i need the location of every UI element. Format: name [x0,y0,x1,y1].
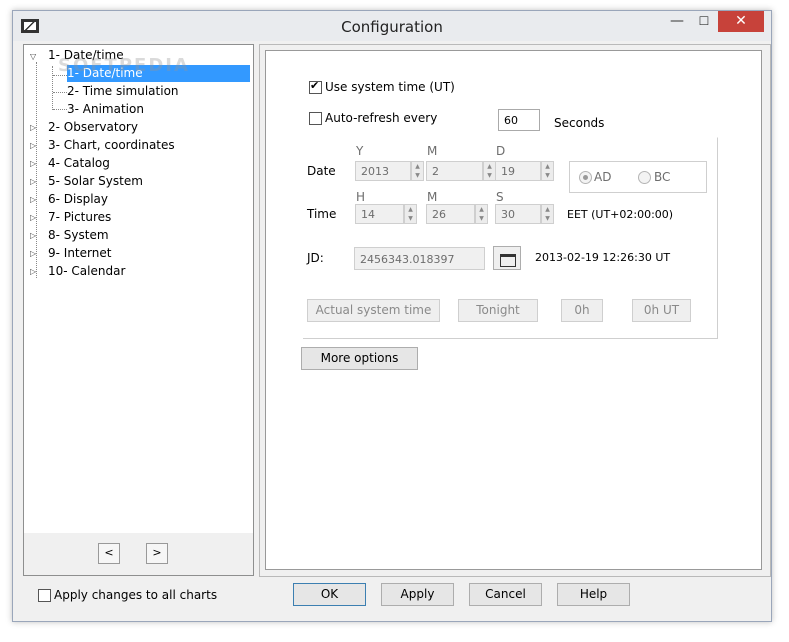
minimize-button[interactable]: — [664,11,690,32]
use-system-time-checkbox[interactable] [309,79,322,94]
minute-input[interactable]: 26 [426,204,475,224]
era-group: AD BC [569,161,707,193]
configuration-window: Configuration — ☐ ✕ ▽ 1- Date/time 1- Da… [12,10,772,622]
tree-item-display[interactable]: 6- Display [48,191,108,208]
auto-refresh-interval-input[interactable]: 60 [498,109,540,131]
year-input[interactable]: 2013 [355,161,411,181]
time-label: Time [307,207,337,221]
hour-input[interactable]: 14 [355,204,404,224]
tree-line [53,109,67,110]
day-input[interactable]: 19 [495,161,541,181]
jd-label: JD: [307,251,324,265]
era-bc-label: BC [654,170,671,184]
second-input[interactable]: 30 [495,204,541,224]
collapsed-arrow-icon[interactable]: ▷ [30,177,36,186]
tree-item-time-simulation[interactable]: 2- Time simulation [67,83,179,100]
more-options-button[interactable]: More options [301,347,418,370]
tree-item-pictures[interactable]: 7- Pictures [48,209,111,226]
apply-all-charts-checkbox[interactable] [38,589,51,602]
hour-spinner[interactable]: ▲ ▼ [404,204,417,224]
maximize-button[interactable]: ☐ [691,11,717,32]
timezone-label: EET (UT+02:00:00) [567,208,674,221]
jd-datetime-label: 2013-02-19 12:26:30 UT [535,251,671,264]
tree-line [53,92,67,93]
second-spinner[interactable]: ▲ ▼ [541,204,554,224]
second-header: S [496,190,504,204]
apply-button[interactable]: Apply [381,583,454,606]
collapsed-arrow-icon[interactable]: ▷ [30,141,36,150]
help-button[interactable]: Help [557,583,630,606]
ok-button[interactable]: OK [293,583,366,606]
collapsed-arrow-icon[interactable]: ▷ [30,123,36,132]
calendar-icon[interactable] [493,246,521,270]
use-system-time-label: Use system time (UT) [325,80,455,94]
apply-all-charts-label: Apply changes to all charts [54,588,218,602]
minute-spinner[interactable]: ▲ ▼ [475,204,488,224]
title-bar[interactable]: Configuration — ☐ ✕ [13,11,771,41]
month-header: M [427,144,438,158]
tree-item-animation[interactable]: 3- Animation [67,101,144,118]
collapsed-arrow-icon[interactable]: ▷ [30,249,36,258]
expand-arrow-icon[interactable]: ▽ [30,52,36,61]
year-spinner[interactable]: ▲ ▼ [411,161,424,181]
collapsed-arrow-icon[interactable]: ▷ [30,231,36,240]
day-spinner[interactable]: ▲ ▼ [541,161,554,181]
window-title: Configuration [341,18,443,36]
date-label: Date [307,164,336,178]
watermark: SOFTPEDIA [58,55,190,76]
zero-hour-button[interactable]: 0h [561,299,603,322]
tree-item-internet[interactable]: 9- Internet [48,245,111,262]
collapsed-arrow-icon[interactable]: ▷ [30,159,36,168]
tree-item-solar-system[interactable]: 5- Solar System [48,173,143,190]
jd-input[interactable]: 2456343.018397 [354,247,485,270]
year-header: Y [356,144,364,158]
day-header: D [496,144,506,158]
era-bc-radio[interactable] [638,171,651,184]
prev-page-button[interactable]: < [98,543,120,564]
tonight-button[interactable]: Tonight [458,299,538,322]
hour-header: H [356,190,366,204]
tree-item-catalog[interactable]: 4- Catalog [48,155,110,172]
cancel-button[interactable]: Cancel [469,583,542,606]
tree-item-calendar[interactable]: 10- Calendar [48,263,125,280]
auto-refresh-checkbox[interactable] [309,112,322,125]
close-button[interactable]: ✕ [718,11,764,32]
month-input[interactable]: 2 [426,161,483,181]
era-ad-radio[interactable] [579,171,592,184]
tree-line [52,66,53,110]
tree-item-chart-coordinates[interactable]: 3- Chart, coordinates [48,137,175,154]
tree-line [36,62,37,278]
actual-system-time-button[interactable]: Actual system time [307,299,440,322]
tree-item-system[interactable]: 8- System [48,227,109,244]
collapsed-arrow-icon[interactable]: ▷ [30,213,36,222]
minute-header: M [427,190,438,204]
collapsed-arrow-icon[interactable]: ▷ [30,267,36,276]
zero-hour-ut-button[interactable]: 0h UT [632,299,691,322]
config-tree[interactable]: ▽ 1- Date/time 1- Date/time 2- Time simu… [23,44,254,534]
tree-nav-area: < > [23,533,254,576]
auto-refresh-label: Auto-refresh every [325,111,438,125]
collapsed-arrow-icon[interactable]: ▷ [30,195,36,204]
era-ad-label: AD [594,170,612,184]
seconds-label: Seconds [554,116,605,130]
next-page-button[interactable]: > [146,543,168,564]
tree-item-observatory[interactable]: 2- Observatory [48,119,138,136]
